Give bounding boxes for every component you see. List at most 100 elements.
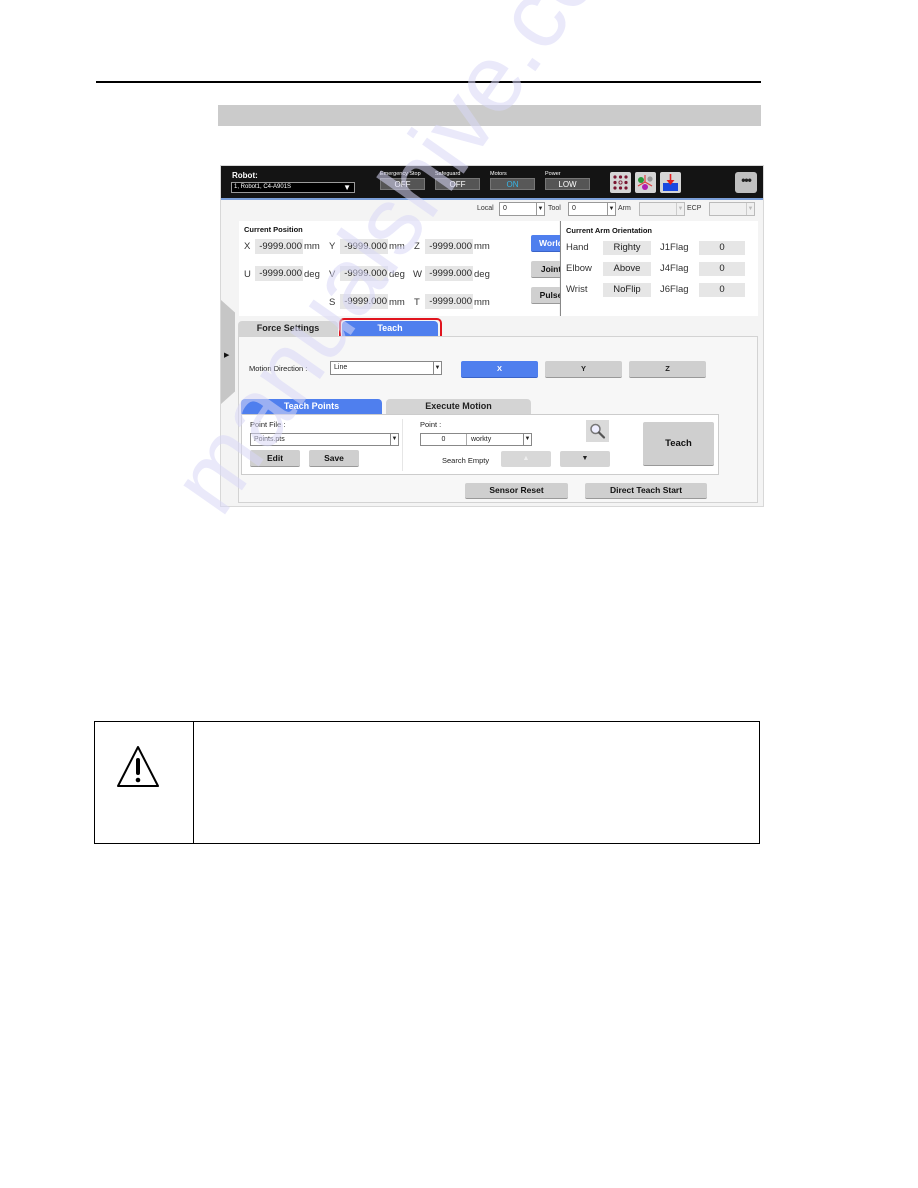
main-tabs: Force Settings Teach <box>238 320 758 336</box>
panel-divider <box>402 419 403 471</box>
search-up-button[interactable]: ▲ <box>501 451 551 467</box>
tool-select[interactable]: 0 ▼ <box>568 202 616 216</box>
orientation-value: NoFlip <box>603 283 651 297</box>
caution-box <box>94 721 760 844</box>
status-label: Power <box>545 171 561 177</box>
current-position-panel: Current Position X -9999.000 mm Y -9999.… <box>239 221 571 316</box>
point-name: workty <box>471 436 492 443</box>
chevron-down-icon: ▼ <box>676 203 684 215</box>
page-header-rule <box>96 81 761 83</box>
direction-x-button[interactable]: X <box>461 361 538 378</box>
edit-button[interactable]: Edit <box>250 450 300 467</box>
subtab-teach-points[interactable]: Teach Points <box>241 399 382 414</box>
status-label: Motors <box>490 171 507 177</box>
axis-value: -9999.000 <box>255 266 303 281</box>
robot-select[interactable]: 1, Robot1, C4-A901S ▼ <box>231 182 355 193</box>
status-value: LOW <box>545 178 590 190</box>
status-power: Power LOW <box>545 171 590 190</box>
axis-label: W <box>413 269 422 280</box>
status-emergency-stop: Emergency Stop OFF <box>380 171 425 190</box>
point-label: Point : <box>420 420 442 429</box>
point-file-label: Point File : <box>250 420 286 429</box>
status-value: OFF <box>380 178 425 190</box>
axis-value: -9999.000 <box>425 294 473 309</box>
axis-label: U <box>244 269 251 280</box>
axis-unit: mm <box>389 297 405 308</box>
arm-select[interactable]: ▼ <box>639 202 685 216</box>
arm-orientation-panel: Current Arm Orientation Hand Righty J1Fl… <box>560 221 758 316</box>
axis-value: -9999.000 <box>340 266 388 281</box>
io-monitor-button[interactable] <box>610 172 631 193</box>
flag-value: 0 <box>699 241 745 255</box>
point-select[interactable]: 0 workty ▼ <box>420 433 532 446</box>
local-value: 0 <box>503 205 507 212</box>
axis-unit: deg <box>474 269 490 280</box>
flag-label: J4Flag <box>660 263 689 274</box>
direction-z-button[interactable]: Z <box>629 361 706 378</box>
point-number: 0 <box>421 434 467 445</box>
app-screenshot: Robot: 1, Robot1, C4-A901S ▼ Emergency S… <box>220 165 764 507</box>
direct-teach-start-button[interactable]: Direct Teach Start <box>585 483 707 499</box>
search-empty-label: Search Empty <box>442 456 490 465</box>
save-button[interactable]: Save <box>309 450 359 467</box>
axis-value: -9999.000 <box>255 239 303 254</box>
ecp-select[interactable]: ▼ <box>709 202 755 216</box>
tool-label: Tool <box>548 205 561 212</box>
status-label: Emergency Stop <box>380 171 421 177</box>
motion-direction-value: Line <box>334 364 348 371</box>
teach-subtabs: Teach Points Execute Motion <box>241 399 719 414</box>
axis-value: -9999.000 <box>340 239 388 254</box>
flag-label: J6Flag <box>660 284 689 295</box>
section-heading-bar <box>218 105 761 126</box>
axis-label: Y <box>329 241 336 252</box>
teach-download-icon <box>663 174 678 191</box>
axis-value: -9999.000 <box>425 239 473 254</box>
chevron-down-icon: ▼ <box>746 203 754 215</box>
axis-unit: deg <box>389 269 405 280</box>
arm-orientation-title: Current Arm Orientation <box>566 226 652 235</box>
expand-arrow-icon[interactable]: ▶ <box>224 351 229 359</box>
robot-manager-icon <box>637 175 653 190</box>
status-value: ON <box>490 178 535 190</box>
point-file-select[interactable]: Points.pts ▼ <box>250 433 399 446</box>
ecp-label: ECP <box>687 205 702 212</box>
orientation-value: Above <box>603 262 651 276</box>
chevron-down-icon: ▼ <box>433 362 441 374</box>
robot-manager-button[interactable] <box>635 172 656 193</box>
axis-unit: deg <box>304 269 320 280</box>
robot-label: Robot: <box>232 171 258 180</box>
search-point-button[interactable] <box>586 420 609 442</box>
subtab-execute-motion[interactable]: Execute Motion <box>386 399 531 414</box>
axis-unit: mm <box>474 297 490 308</box>
axis-value: -9999.000 <box>340 294 388 309</box>
chevron-down-icon: ▼ <box>607 203 615 215</box>
direction-y-button[interactable]: Y <box>545 361 622 378</box>
local-select[interactable]: 0 ▼ <box>499 202 545 216</box>
tool-value: 0 <box>572 205 576 212</box>
io-monitor-icon <box>613 175 628 190</box>
flag-label: J1Flag <box>660 242 689 253</box>
chevron-down-icon: ▼ <box>536 203 544 215</box>
status-safeguard: Safeguard OFF <box>435 171 480 190</box>
motion-direction-label: Motion Direction : <box>249 364 308 373</box>
orientation-label: Elbow <box>566 263 592 274</box>
flag-value: 0 <box>699 262 745 276</box>
more-menu-button[interactable]: ••• <box>735 172 757 193</box>
teach-download-button[interactable] <box>660 172 681 193</box>
robot-select-value: 1, Robot1, C4-A901S <box>234 184 292 190</box>
chevron-down-icon: ▼ <box>523 434 531 445</box>
teach-points-panel: Point File : Points.pts ▼ Edit Save Poin… <box>241 414 719 475</box>
flag-value: 0 <box>699 283 745 297</box>
axis-label: S <box>329 297 336 308</box>
current-position-title: Current Position <box>244 225 303 234</box>
axis-value: -9999.000 <box>425 266 473 281</box>
point-file-value: Points.pts <box>254 436 285 443</box>
search-down-button[interactable]: ▼ <box>560 451 610 467</box>
local-label: Local <box>477 205 494 212</box>
axis-label: V <box>329 269 336 280</box>
tab-force-settings[interactable]: Force Settings <box>238 321 338 336</box>
teach-button[interactable]: Teach <box>643 422 714 466</box>
axis-label: Z <box>414 241 420 252</box>
sensor-reset-button[interactable]: Sensor Reset <box>465 483 568 499</box>
motion-direction-select[interactable]: Line ▼ <box>330 361 442 375</box>
